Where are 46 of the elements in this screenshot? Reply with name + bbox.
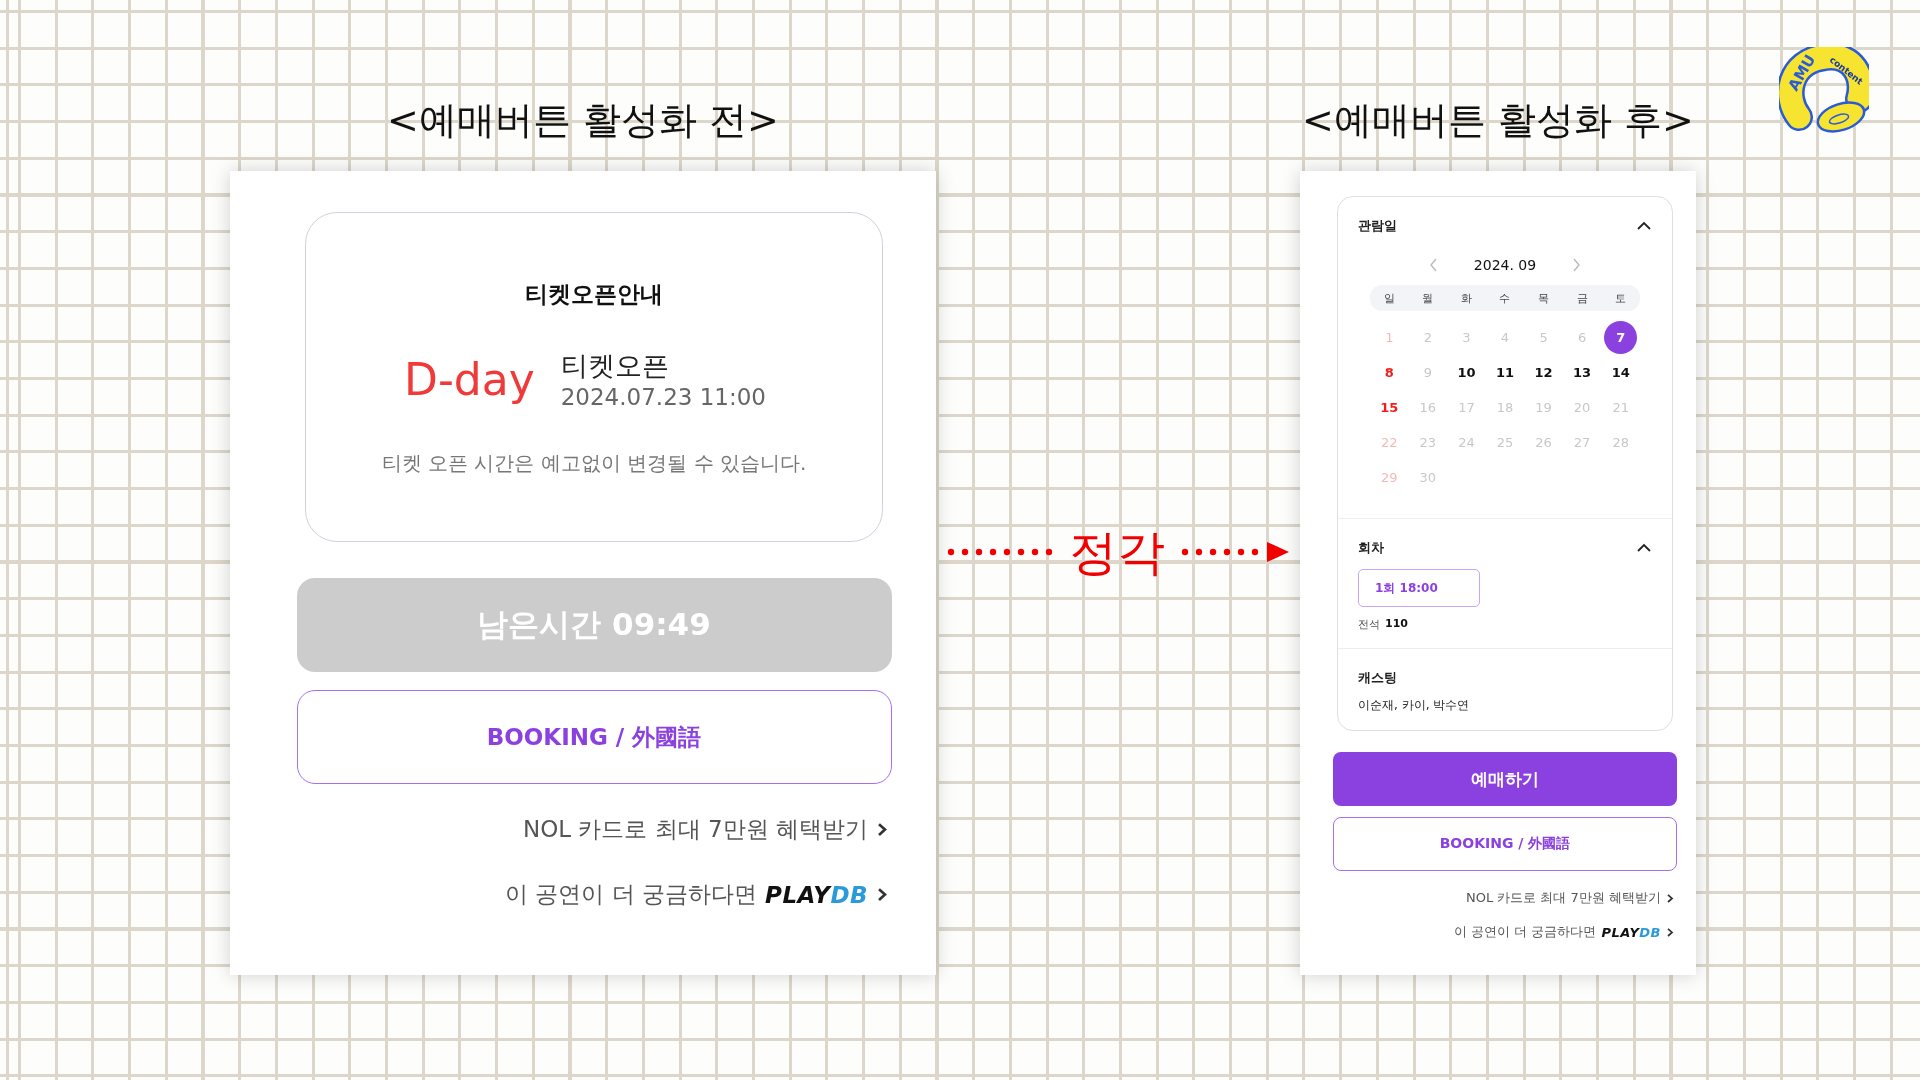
promo-link[interactable]: 이 공연이 더 궁금하다면 PLAYDB: [1454, 923, 1674, 941]
open-label: 티켓오픈: [560, 349, 670, 383]
weekday-label: 일: [1382, 290, 1396, 306]
seat-label: 전석: [1358, 617, 1380, 632]
promo-link[interactable]: NOL 카드로 최대 7만원 혜택받기: [523, 814, 888, 845]
calendar-day[interactable]: 15: [1372, 391, 1406, 424]
playdb-logo: PLAYDB: [1601, 924, 1661, 940]
calendar-day[interactable]: 14: [1604, 356, 1638, 389]
section-title: 회차: [1358, 539, 1384, 557]
calendar-day: 29: [1372, 461, 1406, 494]
calendar-day[interactable]: 8: [1372, 356, 1406, 389]
notice-text: 티켓 오픈 시간은 예고없이 변경될 수 있습니다.: [381, 450, 807, 477]
weekday-label: 수: [1498, 290, 1512, 306]
chevron-left-icon: [1427, 257, 1438, 273]
promo-link[interactable]: NOL 카드로 최대 7만원 혜택받기: [1466, 889, 1674, 907]
promo-link[interactable]: 이 공연이 더 궁금하다면 PLAYDB: [505, 879, 888, 910]
weekday-label: 월: [1421, 290, 1435, 306]
transition-label: 정각: [1069, 523, 1165, 582]
calendar-day: 22: [1372, 426, 1406, 459]
selected-date[interactable]: 7: [1604, 321, 1638, 354]
calendar-day[interactable]: 10: [1449, 356, 1483, 389]
playdb-logo: PLAYDB: [765, 881, 868, 908]
section-title: 캐스팅: [1358, 669, 1398, 687]
section-heading: <예매버튼 활성화 전>: [387, 97, 779, 144]
cast-list: 이순재, 카이, 박수연: [1358, 697, 1652, 714]
weekday-label: 토: [1614, 290, 1628, 306]
calendar-day: 1: [1372, 321, 1406, 354]
chevron-right-icon: [1666, 925, 1674, 939]
book-button[interactable]: 예매하기: [1333, 752, 1677, 806]
month-label: 2024. 09: [1473, 257, 1537, 273]
notice-title: 티켓오픈안내: [525, 280, 663, 309]
weekday-label: 목: [1537, 290, 1551, 306]
calendar-day[interactable]: 12: [1527, 356, 1561, 389]
session-option[interactable]: 1회 18:00: [1358, 569, 1480, 607]
open-datetime: 2024.07.23 11:00: [560, 384, 766, 410]
booking-button[interactable]: BOOKING / 外國語: [296, 690, 892, 784]
calendar-day[interactable]: 13: [1565, 356, 1599, 389]
dday-label: D-day: [404, 353, 535, 405]
section-heading: <예매버튼 활성화 후>: [1302, 97, 1694, 144]
booking-button[interactable]: BOOKING / 外國語: [1333, 817, 1677, 871]
seat-count: 110: [1385, 617, 1408, 632]
weekday-label: 화: [1459, 290, 1473, 306]
section-title: 관람일: [1358, 217, 1397, 235]
chevron-right-icon: [1666, 891, 1674, 905]
weekday-label: 금: [1575, 290, 1589, 306]
calendar-day[interactable]: 11: [1488, 356, 1522, 389]
